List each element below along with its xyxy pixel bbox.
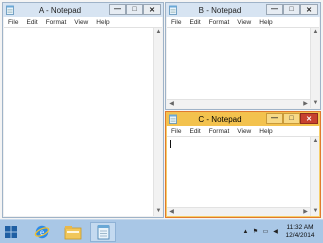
close-button[interactable]: ✕	[300, 113, 318, 124]
scroll-up-icon[interactable]: ▲	[311, 137, 320, 146]
title-bar[interactable]: A - Notepad — □ ✕	[3, 3, 163, 17]
close-button[interactable]: ✕	[143, 4, 161, 15]
start-icon[interactable]	[5, 226, 17, 238]
horizontal-scrollbar[interactable]: ◀ ▶	[167, 207, 310, 216]
volume-icon[interactable]: ◀	[272, 228, 279, 235]
text-area[interactable]: ▲ ▼ ◀ ▶	[167, 136, 319, 216]
window-title: A - Notepad	[38, 6, 82, 15]
menu-format[interactable]: Format	[205, 128, 234, 135]
file-explorer-icon	[64, 225, 82, 239]
menu-help[interactable]: Help	[92, 19, 113, 26]
notification-tray: ▲ ⚑ ▭ ◀	[242, 228, 279, 236]
flag-icon[interactable]: ⚑	[252, 228, 259, 235]
menu-edit[interactable]: Edit	[185, 128, 204, 135]
notepad-app-icon[interactable]	[169, 114, 177, 124]
scroll-down-icon[interactable]: ▼	[154, 207, 163, 216]
close-button[interactable]: ✕	[300, 4, 318, 15]
scroll-up-icon[interactable]: ▲	[311, 28, 320, 37]
notepad-app-icon[interactable]	[6, 5, 14, 15]
clock-time: 11:32 AM	[286, 224, 314, 231]
scroll-down-icon[interactable]: ▼	[311, 99, 320, 108]
menu-file[interactable]: File	[167, 128, 185, 135]
notepad-window-c[interactable]: C - Notepad — □ ✕ File Edit Format View …	[165, 111, 321, 218]
menu-help[interactable]: Help	[255, 128, 276, 135]
notepad-window-b[interactable]: B - Notepad — □ ✕ File Edit Format View …	[165, 2, 321, 110]
menu-edit[interactable]: Edit	[22, 19, 41, 26]
network-icon[interactable]: ▭	[262, 228, 269, 235]
menu-bar: File Edit Format View Help	[167, 17, 319, 27]
scroll-down-icon[interactable]: ▼	[311, 207, 320, 216]
maximize-button[interactable]: □	[126, 4, 143, 15]
clock-date: 12/4/2014	[285, 232, 315, 239]
taskbar-file-explorer-button[interactable]	[60, 222, 86, 242]
menu-help[interactable]: Help	[255, 19, 276, 26]
horizontal-scrollbar[interactable]: ◀ ▶	[167, 99, 310, 108]
menu-bar: File Edit Format View Help	[167, 126, 319, 136]
window-title: C - Notepad	[198, 115, 242, 124]
clock[interactable]: 11:32 AM 12/4/2014	[282, 224, 318, 240]
menu-format[interactable]: Format	[205, 19, 234, 26]
menu-format[interactable]: Format	[42, 19, 71, 26]
internet-explorer-icon: e	[34, 225, 50, 239]
minimize-button[interactable]: —	[266, 113, 283, 124]
vertical-scrollbar[interactable]: ▲ ▼	[310, 28, 319, 108]
notepad-icon	[97, 225, 110, 240]
maximize-button[interactable]: □	[283, 4, 300, 15]
taskbar: e ▲ ⚑ ▭ ◀ 11:32 AM 12/4/2014	[0, 219, 323, 243]
menu-bar: File Edit Format View Help	[4, 17, 162, 27]
notepad-window-a[interactable]: A - Notepad — □ ✕ File Edit Format View …	[2, 2, 164, 218]
scroll-up-icon[interactable]: ▲	[154, 28, 163, 37]
notepad-app-icon[interactable]	[169, 5, 177, 15]
scroll-left-icon[interactable]: ◀	[167, 100, 176, 109]
text-area[interactable]: ▲ ▼	[4, 27, 162, 216]
scroll-left-icon[interactable]: ◀	[167, 208, 176, 217]
chevron-up-icon[interactable]: ▲	[242, 228, 249, 235]
menu-view[interactable]: View	[233, 128, 255, 135]
scroll-right-icon[interactable]: ▶	[301, 100, 310, 109]
taskbar-notepad-button[interactable]	[90, 222, 116, 242]
title-bar[interactable]: B - Notepad — □ ✕	[166, 3, 320, 17]
menu-file[interactable]: File	[167, 19, 185, 26]
menu-file[interactable]: File	[4, 19, 22, 26]
svg-text:e: e	[40, 227, 44, 237]
text-caret	[170, 140, 171, 148]
text-area[interactable]: ▲ ▼ ◀ ▶	[167, 27, 319, 108]
minimize-button[interactable]: —	[109, 4, 126, 15]
minimize-button[interactable]: —	[266, 4, 283, 15]
menu-edit[interactable]: Edit	[185, 19, 204, 26]
vertical-scrollbar[interactable]: ▲ ▼	[310, 137, 319, 216]
menu-view[interactable]: View	[70, 19, 92, 26]
window-title: B - Notepad	[198, 6, 242, 15]
scroll-right-icon[interactable]: ▶	[301, 208, 310, 217]
title-bar[interactable]: C - Notepad — □ ✕	[166, 112, 320, 126]
vertical-scrollbar[interactable]: ▲ ▼	[153, 28, 162, 216]
maximize-button[interactable]: □	[283, 113, 300, 124]
menu-view[interactable]: View	[233, 19, 255, 26]
taskbar-ie-button[interactable]: e	[29, 222, 55, 242]
desktop: A - Notepad — □ ✕ File Edit Format View …	[0, 0, 323, 243]
